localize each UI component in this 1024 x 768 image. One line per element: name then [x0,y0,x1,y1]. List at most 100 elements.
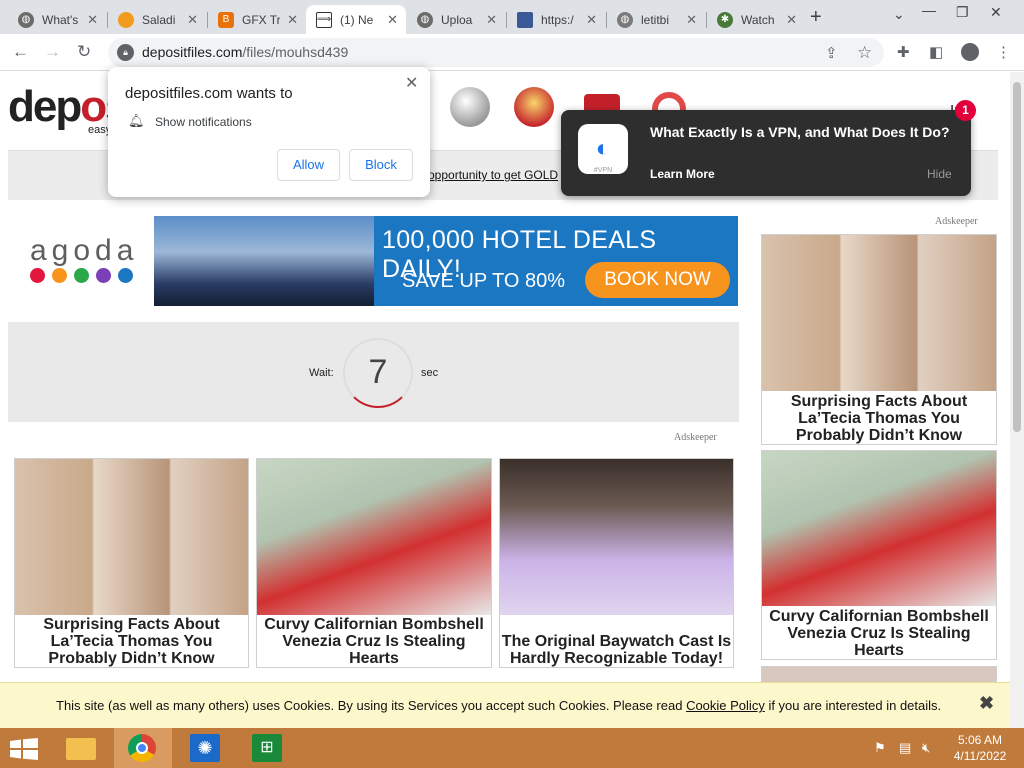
wait-unit: sec [421,367,439,379]
card-icon [517,11,533,28]
learn-more-button[interactable]: Learn More [650,167,715,181]
popup-title: depositfiles.com wants to [125,85,293,102]
film-icon: ✱ [717,11,733,28]
taskbar: ✺ ⊞ ⚑ ▤ 🔇︎ 5:06 AM 4/11/2022 [0,728,1024,768]
tab-4[interactable]: ◍ Uploa ✕ [407,5,505,34]
scrollbar-thumb[interactable] [1013,82,1021,432]
block-button[interactable]: Block [349,149,413,181]
ad-card[interactable]: The Original Baywatch Cast Is Hardly Rec… [499,458,734,668]
tab-0[interactable]: ◍ What's ✕ [8,5,106,34]
tab-1[interactable]: Saladi ✕ [108,5,206,34]
ad-caption: Curvy Californian Bombshell Venezia Cruz… [264,616,484,667]
allow-button[interactable]: Allow [277,149,340,181]
file-explorer-button[interactable] [52,728,110,768]
cookie-banner: This site (as well as many others) uses … [0,682,1010,728]
side-panel-icon[interactable]: ◧ [929,43,943,61]
share-icon[interactable]: ⇪ [825,44,838,62]
cookie-policy-link[interactable]: Cookie Policy [686,698,765,713]
folder-icon [66,738,96,760]
globe-icon: ◍ [18,11,34,28]
tab-close-icon[interactable]: ✕ [187,12,198,28]
ad-caption: Surprising Facts About La’Tecia Thomas Y… [790,393,968,444]
popup-item: Show notifications [155,115,252,129]
forward-icon[interactable]: → [44,42,61,62]
tab-close-icon[interactable]: ✕ [586,12,597,28]
reload-icon[interactable]: ↻ [77,42,91,62]
tab-6[interactable]: ◍ letitbi ✕ [607,5,705,34]
close-window-icon[interactable]: ✕ [990,4,1002,21]
maximize-icon[interactable]: ❐ [956,4,969,21]
store-button[interactable]: ⊞ [238,728,296,768]
chrome-icon [128,734,156,762]
push-notification[interactable]: ◐ #VPN What Exactly Is a VPN, and What Do… [561,110,971,196]
ad-image [500,459,733,615]
ad-image [762,235,996,391]
scrollbar[interactable] [1010,72,1024,728]
minimize-icon[interactable]: — [922,2,936,18]
blogger-icon: B [218,11,234,28]
store-icon: ⊞ [252,734,282,762]
adskeeper-label[interactable]: Adskeeper [935,216,978,227]
tab-3-active[interactable]: ⟹ (1) Ne ✕ [306,5,406,34]
popup-close-icon[interactable]: ✕ [405,73,418,93]
side-ad-card[interactable]: Curvy Californian Bombshell Venezia Cruz… [761,450,997,660]
profile-avatar-icon[interactable] [961,43,979,61]
gold-link[interactable]: opportunity to get GOLD [428,168,558,182]
tab-close-icon[interactable]: ✕ [87,12,98,28]
tab-close-icon[interactable]: ✕ [786,12,797,28]
notification-permission-popup: depositfiles.com wants to ✕ 🔔︎ Show noti… [108,67,430,197]
tab-5[interactable]: https:/✕ [507,5,605,34]
adskeeper-label[interactable]: Adskeeper [674,432,717,443]
ad-card[interactable]: Curvy Californian Bombshell Venezia Cruz… [256,458,492,668]
wait-timer-box: Wait: 7 sec [8,322,739,422]
sun-icon: ✺ [190,734,220,762]
wait-label: Wait: [309,367,334,379]
extensions-icon[interactable]: ✚ [897,43,910,61]
url-domain: depositfiles.com [142,44,243,60]
tab-close-icon[interactable]: ✕ [686,12,697,28]
ad-caption: The Original Baywatch Cast Is Hardly Rec… [501,633,732,667]
agoda-banner[interactable]: 100,000 HOTEL DEALS DAILY! SAVE UP TO 80… [154,216,738,306]
agoda-logo[interactable]: agoda [30,234,138,268]
globe-icon: ◍ [617,11,633,28]
ad-card[interactable]: Surprising Facts About La’Tecia Thomas Y… [14,458,249,668]
clock[interactable]: 5:06 AM 4/11/2022 [950,732,1010,764]
city-skyline-image [154,216,374,306]
menu-kebab-icon[interactable]: ⋮ [996,43,1011,61]
volume-muted-icon[interactable]: 🔇︎ [922,740,930,756]
ad-image [15,459,248,615]
hide-button[interactable]: Hide [927,167,952,181]
windows-start-icon[interactable] [10,738,38,760]
shield-icon [118,11,134,28]
book-now-button[interactable]: BOOK NOW [585,262,730,298]
side-ad-card[interactable]: Surprising Facts About La’Tecia Thomas Y… [761,234,997,445]
weather-button[interactable]: ✺ [176,728,234,768]
notification-badge: 1 [955,100,976,121]
chrome-taskbar-button[interactable] [114,728,172,768]
upload-globe-icon[interactable] [450,87,490,127]
flag-icon[interactable]: ⚑ [874,740,886,756]
cookie-close-icon[interactable]: ✖ [979,693,994,714]
cookie-text: This site (as well as many others) uses … [56,698,687,713]
globe-icon: ◍ [417,11,433,28]
ad-caption: Curvy Californian Bombshell Venezia Cruz… [769,608,989,659]
tab-search-icon[interactable]: ⌄ [893,6,905,23]
vpn-icon: ◐ #VPN [578,124,628,174]
ad-caption: Surprising Facts About La’Tecia Thomas Y… [43,616,220,667]
tab-2[interactable]: B GFX Tr ✕ [208,5,306,34]
agoda-dots [30,268,133,283]
bookmark-star-icon[interactable]: ☆ [857,43,872,63]
tab-close-icon[interactable]: ✕ [387,12,398,28]
gold-coins-icon[interactable] [514,87,554,127]
tab-close-icon[interactable]: ✕ [486,12,497,28]
ad-image [762,451,996,606]
lock-icon[interactable]: 🔒︎ [117,44,134,61]
back-icon[interactable]: ← [12,42,29,62]
address-bar[interactable]: 🔒︎ depositfiles.com/files/mouhsd439 ⇪ ☆ [108,38,884,67]
tab-close-icon[interactable]: ✕ [287,12,298,28]
site-icon: ⟹ [316,11,332,28]
ad-image [257,459,491,615]
tab-7[interactable]: ✱ Watch ✕ [707,5,805,34]
new-tab-icon[interactable]: + [810,6,822,29]
network-icon[interactable]: ▤ [899,740,911,756]
